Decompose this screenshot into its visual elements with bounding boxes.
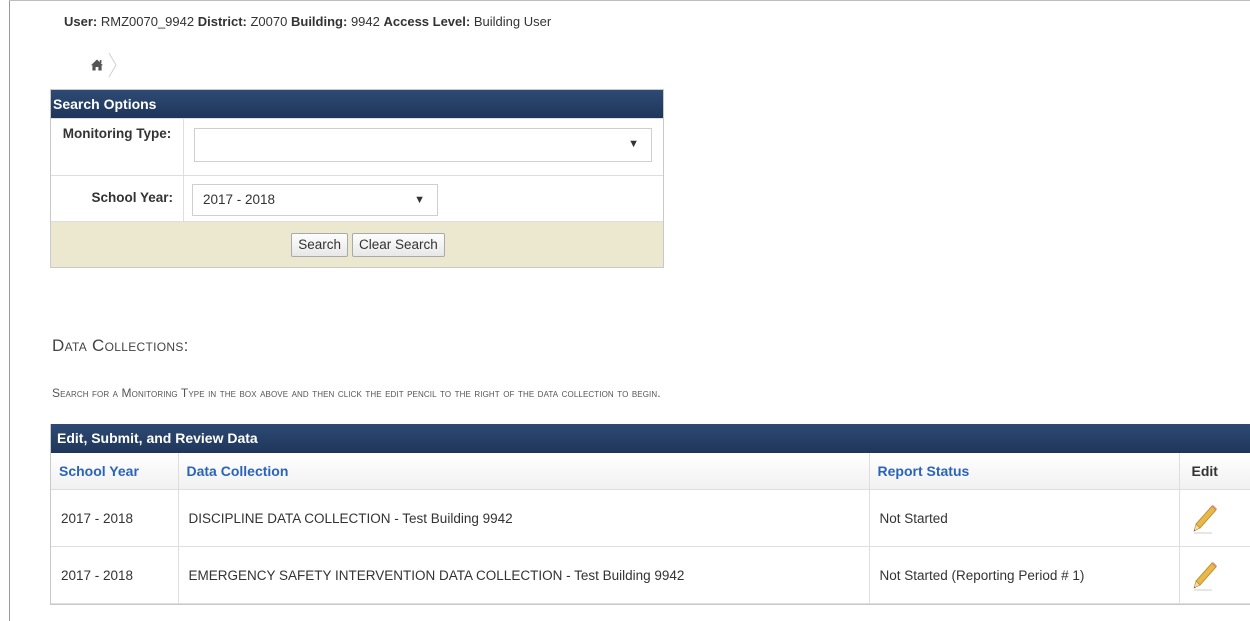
table-header-row: School Year Data Collection Report Statu… <box>51 453 1250 490</box>
table-row: 2017 - 2018 DISCIPLINE DATA COLLECTION -… <box>51 489 1250 547</box>
monitoring-type-field-cell: ▼ <box>183 119 663 175</box>
access-level-value: Building User <box>473 14 552 29</box>
search-options-panel: Search Options Monitoring Type: ▼ School… <box>50 89 664 268</box>
cell-report-status: Not Started <box>869 489 1180 547</box>
user-label: User: <box>64 14 98 29</box>
user-value: RMZ0070_9942 <box>100 14 195 29</box>
chevron-right-icon <box>108 52 118 78</box>
cell-data-collection: DISCIPLINE DATA COLLECTION - Test Buildi… <box>178 489 870 547</box>
column-header-report-status[interactable]: Report Status <box>869 453 1180 490</box>
breadcrumb <box>90 52 118 78</box>
cell-school-year: 2017 - 2018 <box>51 489 179 547</box>
search-button[interactable]: Search <box>291 232 348 257</box>
school-year-row: School Year: 2017 - 2018 ▼ <box>51 175 663 221</box>
school-year-select[interactable]: 2017 - 2018 ▼ <box>192 184 438 216</box>
search-button-bar: Search Clear Search <box>51 221 663 267</box>
instructions-text: Search for a Monitoring Type in the box … <box>52 386 661 400</box>
pencil-icon[interactable] <box>1192 559 1218 591</box>
column-header-school-year[interactable]: School Year <box>51 453 179 490</box>
table-title: Edit, Submit, and Review Data <box>51 424 1250 453</box>
user-info-bar: User: RMZ0070_9942 District: Z0070 Build… <box>64 14 551 29</box>
cell-report-status: Not Started (Reporting Period # 1) <box>869 546 1180 604</box>
search-options-title: Search Options <box>51 90 663 118</box>
monitoring-type-row: Monitoring Type: ▼ <box>51 118 663 175</box>
data-collections-table: School Year Data Collection Report Statu… <box>51 453 1250 604</box>
district-value: Z0070 <box>250 14 288 29</box>
building-label: Building: <box>290 14 348 29</box>
dropdown-arrow-icon: ▼ <box>628 138 639 150</box>
dropdown-arrow-icon: ▼ <box>414 194 425 206</box>
district-label: District: <box>197 14 247 29</box>
school-year-selected-value: 2017 - 2018 <box>203 192 276 207</box>
cell-edit <box>1179 546 1250 604</box>
page-frame-top-border <box>9 0 1250 1</box>
column-header-data-collection[interactable]: Data Collection <box>178 453 870 490</box>
cell-edit <box>1179 489 1250 547</box>
table-row: 2017 - 2018 EMERGENCY SAFETY INTERVENTIO… <box>51 546 1250 604</box>
monitoring-type-label: Monitoring Type: <box>62 126 172 141</box>
building-value: 9942 <box>350 14 380 29</box>
home-icon[interactable] <box>90 58 104 72</box>
cell-school-year: 2017 - 2018 <box>51 546 179 604</box>
data-collections-panel: Edit, Submit, and Review Data School Yea… <box>50 424 1250 605</box>
clear-search-button[interactable]: Clear Search <box>351 232 445 257</box>
cell-data-collection: EMERGENCY SAFETY INTERVENTION DATA COLLE… <box>178 546 870 604</box>
column-header-edit: Edit <box>1179 453 1250 490</box>
pencil-icon[interactable] <box>1192 502 1218 534</box>
monitoring-type-select[interactable]: ▼ <box>194 128 652 162</box>
school-year-field-cell: 2017 - 2018 ▼ <box>183 176 663 221</box>
school-year-label: School Year: <box>91 190 173 205</box>
page-frame-left-border <box>9 0 10 621</box>
access-level-label: Access Level: <box>383 14 471 29</box>
data-collections-heading: Data Collections: <box>52 336 189 355</box>
